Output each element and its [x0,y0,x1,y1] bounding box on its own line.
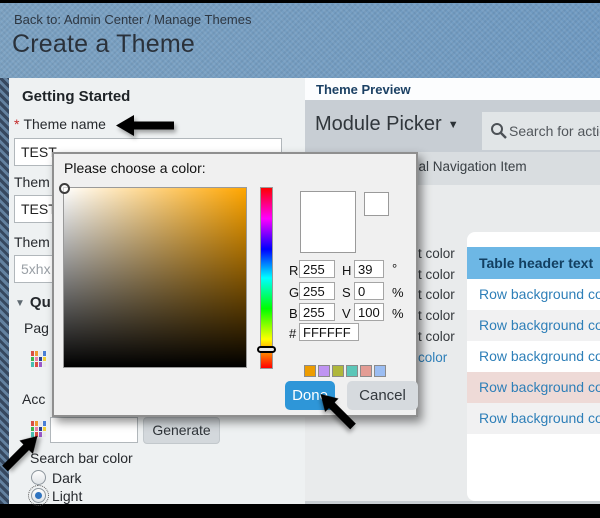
theme-preview-title: Theme Preview [316,82,411,97]
page-header: Back to: Admin Center / Manage Themes Cr… [0,3,600,78]
percent-unit: % [392,285,404,300]
g-label: G [289,285,299,300]
table-row[interactable]: Row background colo [467,279,600,310]
h-label: H [342,263,351,278]
search-icon [490,122,507,139]
page-color-label: Pag [24,320,49,336]
app-window: Back to: Admin Center / Manage Themes Cr… [0,0,600,518]
dialog-title: Please choose a color: [64,160,206,176]
radio-dark[interactable] [31,470,46,485]
hue-slider[interactable] [260,187,273,369]
gradient-marker[interactable] [59,183,70,194]
search-placeholder-text: Search for action [509,123,600,139]
previous-color-swatch [364,192,389,216]
palette-swatch[interactable] [332,365,344,377]
percent-unit: % [392,306,404,321]
palette-swatch[interactable] [304,365,316,377]
chevron-down-icon: ▼ [448,119,459,131]
page-color-picker-grid-icon[interactable] [31,351,46,367]
preset-palette [304,365,386,377]
quick-section-toggle[interactable]: ▼Qu [15,294,51,311]
cancel-button[interactable]: Cancel [347,381,418,410]
preview-color-item[interactable]: t color [418,287,455,302]
h-input[interactable] [354,260,384,278]
preview-color-item[interactable]: t color [418,267,455,282]
preview-table-card: Table header text Row background colo Ro… [467,232,600,501]
preview-bottom-strip [305,501,600,504]
table-row[interactable]: Row background colo [467,310,600,341]
search-bar-color-label: Search bar color [30,450,133,466]
module-picker-dropdown[interactable]: Module Picker▼ [315,113,459,136]
preview-color-item-link[interactable]: color [418,350,447,365]
breadcrumb-back-link[interactable]: Back to: Admin Center / Manage Themes [14,12,252,27]
hex-hash-label: # [289,326,296,341]
search-box[interactable]: Search for action [482,112,600,150]
page-title: Create a Theme [12,30,195,59]
r-label: R [289,263,298,278]
section-caret-icon: ▼ [15,298,25,309]
r-input[interactable] [299,260,335,278]
v-label: V [342,306,351,321]
required-asterisk: * [14,116,19,132]
radio-dark-label[interactable]: Dark [52,470,82,486]
table-row[interactable]: Row background colo [467,372,600,403]
table-row[interactable]: Row background colo [467,341,600,372]
palette-swatch[interactable] [360,365,372,377]
palette-swatch[interactable] [346,365,358,377]
saturation-value-gradient[interactable] [63,187,247,368]
palette-swatch[interactable] [374,365,386,377]
theme-field3-label: Them [14,234,50,250]
table-row[interactable]: Row background colo [467,403,600,434]
radio-light[interactable] [31,488,46,503]
accent-color-input[interactable] [50,417,138,443]
accent-color-label: Acc [22,391,45,407]
theme-field2-label: Them [14,174,50,190]
preview-color-item[interactable]: t color [418,329,455,344]
preview-color-item[interactable]: t color [418,246,455,261]
hue-slider-handle[interactable] [257,346,276,353]
annotation-arrow-theme-name [116,114,174,142]
s-input[interactable] [354,282,384,300]
color-picker-dialog: Please choose a color: R H ° G S % B V %… [52,152,418,417]
g-input[interactable] [299,282,335,300]
b-input[interactable] [299,303,335,321]
degrees-unit: ° [392,261,397,276]
hex-input[interactable] [299,323,359,341]
radio-light-label[interactable]: Light [52,488,82,504]
b-label: B [289,306,298,321]
palette-swatch[interactable] [318,365,330,377]
preview-color-item[interactable]: t color [418,308,455,323]
selected-color-preview [300,191,356,253]
table-header-row[interactable]: Table header text [467,247,600,279]
v-input[interactable] [354,303,384,321]
s-label: S [342,285,351,300]
generate-button[interactable]: Generate [143,417,220,444]
getting-started-heading: Getting Started [22,88,130,105]
left-edge-decoration [0,78,9,504]
theme-name-label: *Theme name [14,116,106,132]
